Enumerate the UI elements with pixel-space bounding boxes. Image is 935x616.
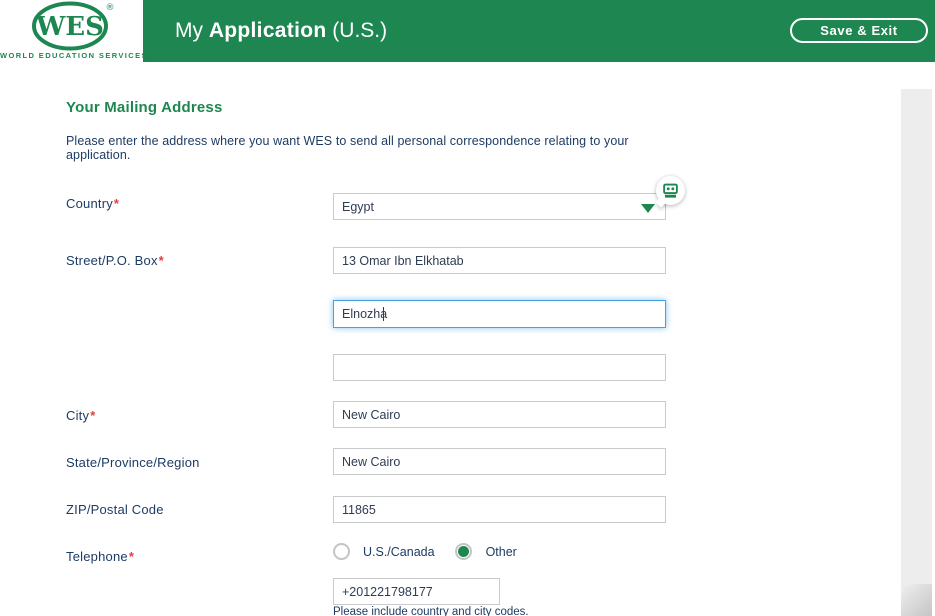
page-title: My Application (U.S.)	[175, 0, 387, 62]
required-asterisk: *	[159, 253, 164, 268]
telephone-label: Telephone*	[66, 549, 134, 564]
chevron-down-icon	[641, 204, 655, 213]
save-exit-button[interactable]: Save & Exit	[790, 18, 928, 43]
radio-other-label[interactable]: Other	[486, 545, 517, 559]
radio-us-canada-label[interactable]: U.S./Canada	[363, 545, 435, 559]
page-title-prefix: My	[175, 19, 209, 43]
country-selected-value: Egypt	[342, 200, 374, 214]
state-label: State/Province/Region	[66, 455, 200, 470]
city-label-text: City	[66, 408, 89, 423]
assistant-bubble-button[interactable]	[656, 176, 685, 205]
country-label: Country*	[66, 196, 119, 211]
logo-tagline: WORLD EDUCATION SERVICES	[0, 51, 143, 60]
street-line3-input[interactable]	[333, 354, 666, 381]
radio-us-canada[interactable]	[333, 543, 350, 560]
street-label-text: Street/P.O. Box	[66, 253, 158, 268]
street-line2-wrap	[333, 300, 666, 328]
street-label: Street/P.O. Box*	[66, 253, 164, 268]
telephone-label-text: Telephone	[66, 549, 128, 564]
wes-logo[interactable]: WES ® WORLD EDUCATION SERVICES	[0, 0, 143, 62]
wes-oval-logo-icon: WES ®	[20, 1, 124, 53]
section-description: Please enter the address where you want …	[66, 134, 686, 162]
wes-application-page: WES ® WORLD EDUCATION SERVICES My Applic…	[0, 0, 935, 616]
street-line1-input[interactable]	[333, 247, 666, 274]
scrollbar-thumb[interactable]	[901, 584, 932, 616]
zip-input[interactable]	[333, 496, 666, 523]
robot-icon	[662, 182, 679, 199]
telephone-hint: Please include country and city codes.	[333, 606, 529, 616]
radio-other[interactable]	[455, 543, 472, 560]
required-asterisk: *	[129, 549, 134, 564]
logo-reg-mark: ®	[106, 3, 115, 13]
telephone-input[interactable]	[333, 578, 500, 605]
zip-label: ZIP/Postal Code	[66, 502, 164, 517]
required-asterisk: *	[90, 408, 95, 423]
text-caret	[383, 307, 384, 321]
telephone-type-radio-group: U.S./Canada Other	[333, 541, 517, 562]
section-heading: Your Mailing Address	[66, 99, 223, 116]
city-label: City*	[66, 408, 95, 423]
page-title-suffix: (U.S.)	[326, 19, 387, 43]
country-label-text: Country	[66, 196, 113, 211]
state-input[interactable]	[333, 448, 666, 475]
scrollbar-track[interactable]	[901, 89, 932, 616]
country-select[interactable]: Egypt	[333, 193, 666, 220]
city-input[interactable]	[333, 401, 666, 428]
required-asterisk: *	[114, 196, 119, 211]
page-title-main: Application	[209, 19, 327, 43]
logo-acronym: WES	[35, 12, 104, 42]
